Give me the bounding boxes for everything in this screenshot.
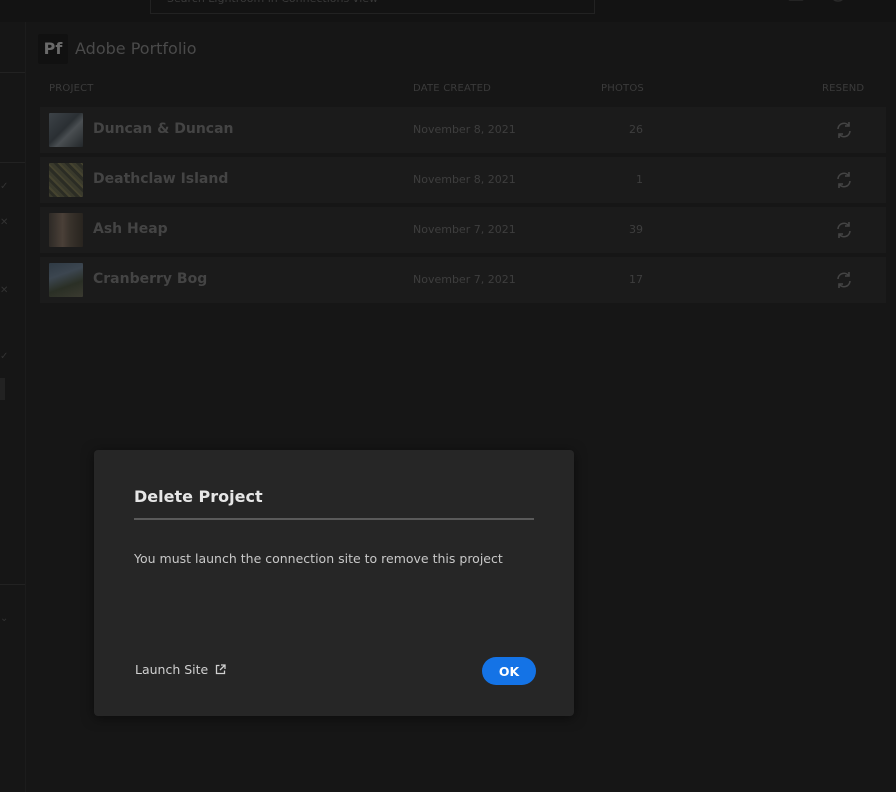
project-name[interactable]: Cranberry Bog bbox=[93, 271, 207, 287]
delete-project-dialog: Delete Project You must launch the conne… bbox=[94, 450, 574, 716]
project-photo-count: 26 bbox=[629, 123, 643, 136]
project-photo-count: 1 bbox=[636, 173, 643, 186]
project-photo-count: 39 bbox=[629, 223, 643, 236]
column-header-date-created[interactable]: DATE CREATED bbox=[413, 83, 491, 94]
project-thumbnail bbox=[49, 263, 83, 297]
bell-icon[interactable] bbox=[748, 0, 764, 6]
refresh-icon[interactable] bbox=[834, 120, 854, 140]
column-header-photos[interactable]: PHOTOS bbox=[601, 83, 644, 94]
sidebar-divider bbox=[0, 72, 25, 73]
table-row[interactable]: Ash Heap November 7, 2021 39 bbox=[40, 207, 886, 253]
project-date: November 8, 2021 bbox=[413, 173, 516, 186]
sidebar-selected-marker bbox=[0, 378, 5, 400]
dialog-message: You must launch the connection site to r… bbox=[134, 551, 503, 566]
sidebar-close-icon[interactable]: ✕ bbox=[0, 286, 10, 296]
sidebar-check-icon[interactable]: ✓ bbox=[0, 352, 10, 362]
sidebar-divider bbox=[0, 162, 25, 163]
column-header-resend[interactable]: RESEND bbox=[822, 83, 864, 94]
app-title: Adobe Portfolio bbox=[75, 39, 197, 58]
project-name[interactable]: Ash Heap bbox=[93, 221, 168, 237]
portfolio-logo: Pf bbox=[38, 34, 68, 64]
table-row[interactable]: Deathclaw Island November 8, 2021 1 bbox=[40, 157, 886, 203]
table-row[interactable]: Cranberry Bog November 7, 2021 17 bbox=[40, 257, 886, 303]
ok-button[interactable]: OK bbox=[482, 657, 536, 685]
refresh-icon[interactable] bbox=[834, 270, 854, 290]
dialog-title: Delete Project bbox=[134, 487, 263, 506]
project-name[interactable]: Deathclaw Island bbox=[93, 171, 228, 187]
refresh-icon[interactable] bbox=[834, 220, 854, 240]
table-row[interactable]: Duncan & Duncan November 8, 2021 26 bbox=[40, 107, 886, 153]
search-input[interactable]: Search Lightroom in Connections view bbox=[150, 0, 595, 14]
external-link-icon bbox=[216, 664, 226, 675]
project-date: November 7, 2021 bbox=[413, 273, 516, 286]
left-sidebar: ✓ ✕ ✕ ✓ ⌄ bbox=[0, 22, 26, 792]
launch-site-label: Launch Site bbox=[135, 662, 209, 677]
launch-site-link[interactable]: Launch Site bbox=[135, 662, 226, 677]
project-photo-count: 17 bbox=[629, 273, 643, 286]
help-icon[interactable] bbox=[830, 0, 846, 6]
project-thumbnail bbox=[49, 213, 83, 247]
project-thumbnail bbox=[49, 163, 83, 197]
project-date: November 8, 2021 bbox=[413, 123, 516, 136]
column-header-project[interactable]: PROJECT bbox=[49, 83, 94, 94]
sidebar-check-icon[interactable]: ✓ bbox=[0, 182, 10, 192]
dialog-divider bbox=[134, 518, 534, 520]
project-thumbnail bbox=[49, 113, 83, 147]
cloud-icon[interactable] bbox=[788, 0, 804, 6]
refresh-icon[interactable] bbox=[834, 170, 854, 190]
project-date: November 7, 2021 bbox=[413, 223, 516, 236]
project-name[interactable]: Duncan & Duncan bbox=[93, 121, 234, 137]
top-bar: Search Lightroom in Connections view bbox=[0, 0, 896, 22]
sidebar-chevron-icon[interactable]: ⌄ bbox=[0, 614, 10, 624]
sidebar-close-icon[interactable]: ✕ bbox=[0, 218, 10, 228]
sidebar-divider bbox=[0, 584, 25, 585]
